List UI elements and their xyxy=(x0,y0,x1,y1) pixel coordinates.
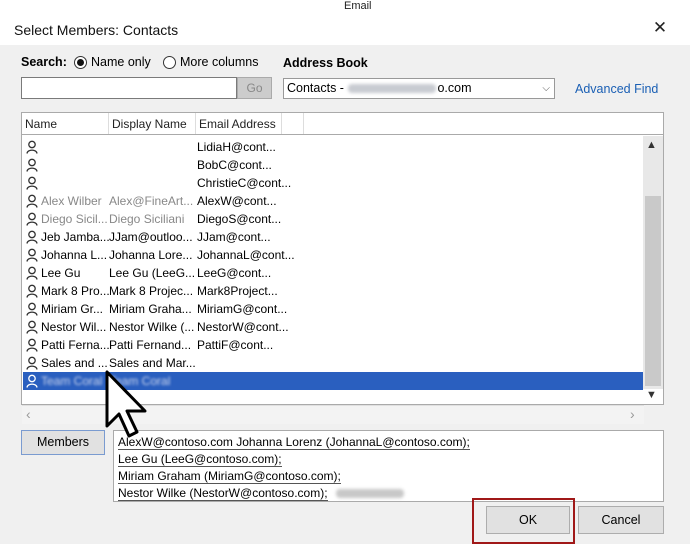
scroll-down-icon[interactable]: ▼ xyxy=(646,389,657,401)
table-row[interactable]: Lee Gu Lee Gu (LeeG... LeeG@cont... xyxy=(23,264,643,282)
members-button[interactable]: Members xyxy=(21,430,105,455)
address-book-prefix: Contacts - xyxy=(287,81,348,95)
members-field[interactable]: AlexW@contoso.com Johanna Lorenz (Johann… xyxy=(113,430,664,502)
redacted-member xyxy=(335,489,404,499)
address-book-label: Address Book xyxy=(283,56,368,70)
row-email: PattiF@cont... xyxy=(197,338,274,352)
row-display-name: Lee Gu (LeeG... xyxy=(109,266,195,280)
table-row[interactable]: Jeb Jamba... JJam@outloo... JJam@cont... xyxy=(23,228,643,246)
row-email: JohannaL@cont... xyxy=(197,248,295,262)
member-line: Nestor Wilke (NestorW@contoso.com); xyxy=(118,486,328,501)
row-display-name: Alex@FineArt... xyxy=(109,194,194,208)
scroll-left-icon[interactable]: ‹ xyxy=(26,406,31,422)
table-row[interactable]: ChristieC@cont... xyxy=(23,174,643,192)
table-row[interactable]: Johanna L... Johanna Lore... JohannaL@cont… xyxy=(23,246,643,264)
go-button[interactable]: Go xyxy=(237,77,272,99)
column-header-name[interactable]: Name xyxy=(25,117,57,131)
name-only-label[interactable]: Name only xyxy=(91,55,151,69)
row-display-name: Nestor Wilke (... xyxy=(109,320,195,334)
address-book-suffix: o.com xyxy=(437,81,472,95)
person-icon xyxy=(26,230,38,244)
row-email: LidiaH@cont... xyxy=(197,140,276,154)
mouse-cursor-icon xyxy=(105,370,147,438)
row-email: Mark8Project... xyxy=(197,284,278,298)
scroll-up-icon[interactable]: ▲ xyxy=(646,139,657,151)
scroll-right-icon[interactable]: › xyxy=(630,406,635,422)
row-email: NestorW@cont... xyxy=(197,320,289,334)
person-icon xyxy=(26,176,38,190)
table-row[interactable]: Miriam Gr... Miriam Graha... MiriamG@cont.… xyxy=(23,300,643,318)
address-book-dropdown[interactable]: Contacts - o.com ⌵ xyxy=(283,78,555,99)
person-icon xyxy=(26,284,38,298)
table-row[interactable]: Nestor Wil... Nestor Wilke (... NestorW@co… xyxy=(23,318,643,336)
column-header-email[interactable]: Email Address xyxy=(199,117,276,131)
table-row[interactable]: Alex Wilber Alex@FineArt... AlexW@cont... xyxy=(23,192,643,210)
cancel-button[interactable]: Cancel xyxy=(578,506,664,534)
member-line: Miriam Graham (MiriamG@contoso.com); xyxy=(118,469,341,484)
row-display-name: Mark 8 Projec... xyxy=(109,284,194,298)
person-icon xyxy=(26,302,38,316)
advanced-find-link[interactable]: Advanced Find xyxy=(575,82,658,96)
chevron-down-icon: ⌵ xyxy=(542,83,550,94)
redacted-email xyxy=(348,84,437,94)
row-email: JJam@cont... xyxy=(197,230,271,244)
more-columns-label[interactable]: More columns xyxy=(180,55,259,69)
row-email: DiegoS@cont... xyxy=(197,212,282,226)
name-only-radio[interactable] xyxy=(74,56,87,69)
row-email: LeeG@cont... xyxy=(197,266,272,280)
person-icon xyxy=(26,212,38,226)
row-display-name: JJam@outloo... xyxy=(109,230,193,244)
dialog-title: Select Members: Contacts xyxy=(14,22,179,38)
ok-button[interactable]: OK xyxy=(486,506,570,534)
person-icon xyxy=(26,158,38,172)
table-row[interactable]: Diego Sicil... Diego Siciliani DiegoS@cont… xyxy=(23,210,643,228)
search-input[interactable] xyxy=(21,77,237,99)
vertical-scroll-thumb[interactable] xyxy=(645,196,661,386)
row-display-name: Diego Siciliani xyxy=(109,212,185,226)
person-icon xyxy=(26,266,38,280)
row-display-name: Johanna Lore... xyxy=(109,248,193,262)
row-email: AlexW@cont... xyxy=(197,194,277,208)
person-icon xyxy=(26,320,38,334)
member-line-wrapper: Nestor Wilke (NestorW@contoso.com); xyxy=(118,486,404,501)
row-email: BobC@cont... xyxy=(197,158,272,172)
column-header-display-name[interactable]: Display Name xyxy=(112,117,187,131)
more-columns-radio[interactable] xyxy=(163,56,176,69)
row-email: ChristieC@cont... xyxy=(197,176,292,190)
table-row[interactable]: Mark 8 Pro... Mark 8 Projec... Mark8Projec… xyxy=(23,282,643,300)
row-display-name: Miriam Graha... xyxy=(109,302,192,316)
member-line: AlexW@contoso.com Johanna Lorenz (Johann… xyxy=(118,435,470,450)
table-row[interactable]: BobC@cont... xyxy=(23,156,643,174)
table-row[interactable]: Patti Ferna... Patti Fernand... PattiF@con… xyxy=(23,336,643,354)
table-row[interactable]: LidiaH@cont... xyxy=(23,138,643,156)
row-email: MiriamG@cont... xyxy=(197,302,288,316)
row-display-name: Patti Fernand... xyxy=(109,338,192,352)
list-header: Name Display Name Email Address xyxy=(21,112,664,135)
contacts-list[interactable]: LidiaH@cont... BobC@cont... ChristieC@cont… xyxy=(21,135,664,405)
person-icon xyxy=(26,140,38,154)
close-icon[interactable]: ✕ xyxy=(650,18,670,38)
person-icon xyxy=(26,356,38,370)
search-label: Search: xyxy=(21,55,67,69)
person-icon xyxy=(26,194,38,208)
member-line: Lee Gu (LeeG@contoso.com); xyxy=(118,452,282,467)
person-icon xyxy=(26,248,38,262)
background-tab-label: Email xyxy=(344,0,372,12)
group-icon xyxy=(26,374,38,388)
person-icon xyxy=(26,338,38,352)
